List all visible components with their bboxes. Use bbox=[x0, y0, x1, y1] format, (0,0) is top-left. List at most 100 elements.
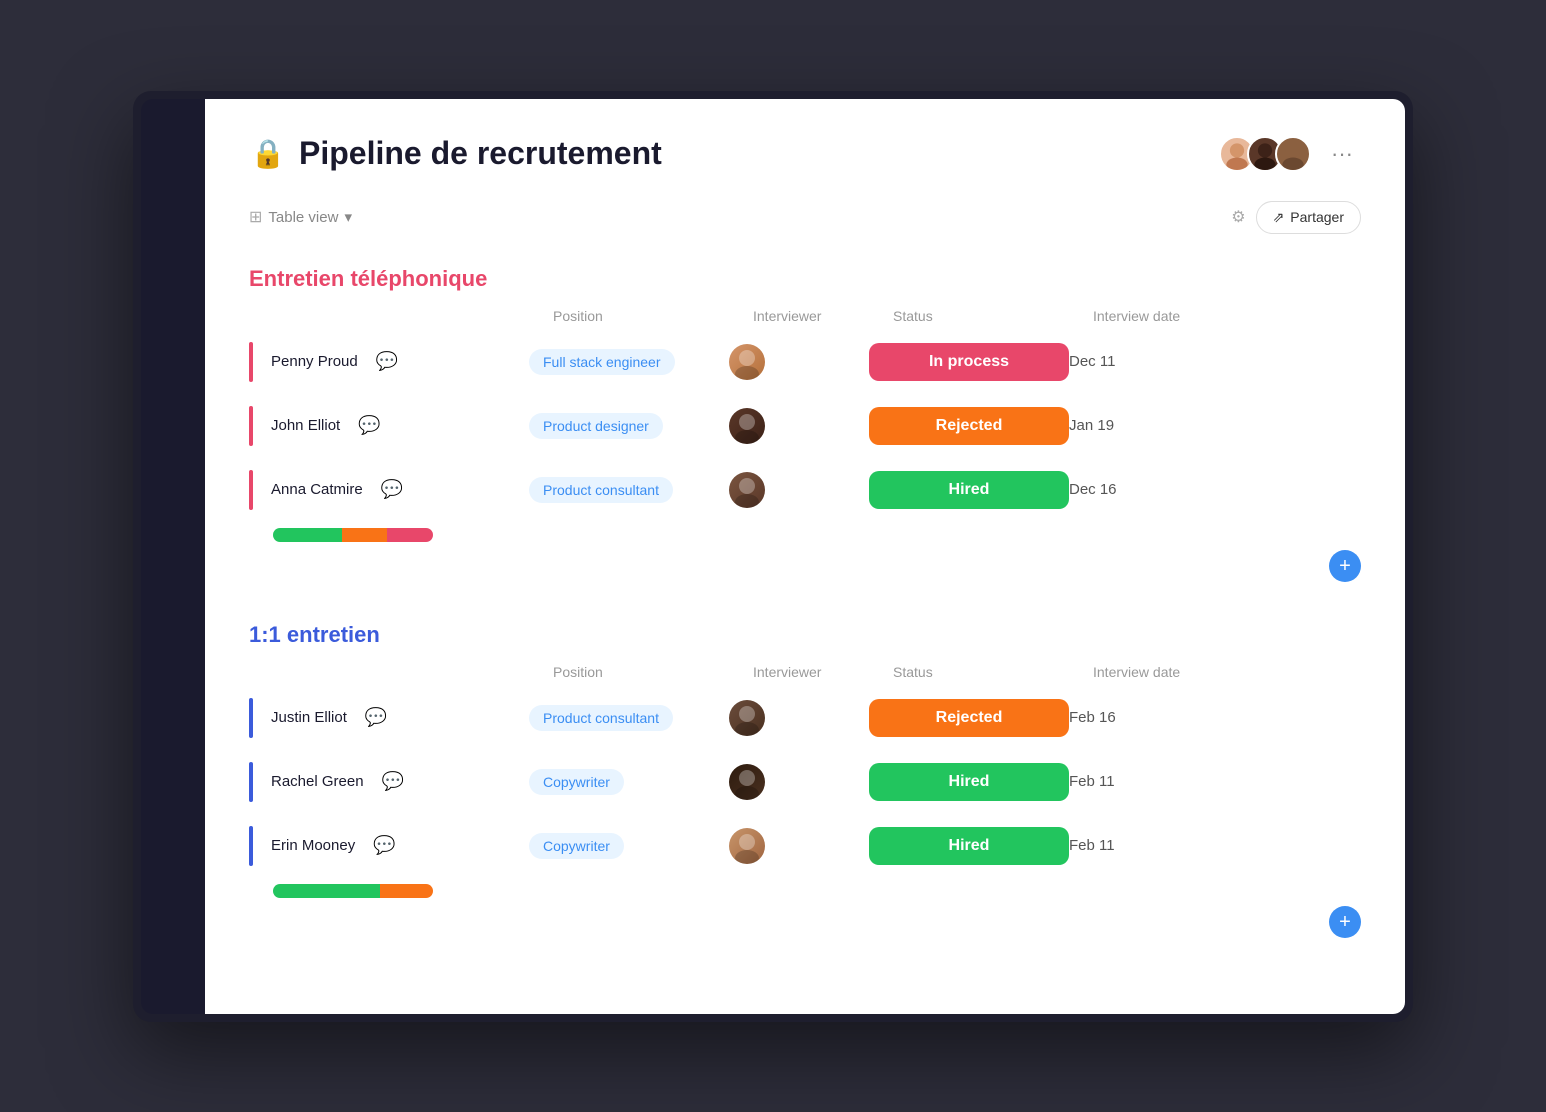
candidate-name-cell: Rachel Green 💬 bbox=[249, 752, 529, 812]
table-row: John Elliot 💬 Product designer Reject bbox=[249, 396, 1361, 456]
comment-icon[interactable]: 💬 bbox=[381, 479, 403, 500]
interviewer-cell bbox=[729, 408, 869, 444]
section-title: Entretien téléphonique bbox=[249, 266, 487, 292]
position-cell: Copywriter bbox=[529, 769, 729, 795]
status-cell: Rejected bbox=[869, 699, 1069, 737]
share-button[interactable]: ⇗ Partager bbox=[1256, 201, 1361, 234]
interviewer-avatar bbox=[729, 764, 765, 800]
position-cell: Full stack engineer bbox=[529, 349, 729, 375]
progress-segment bbox=[380, 884, 433, 898]
status-cell: Hired bbox=[869, 763, 1069, 801]
more-options-button[interactable]: ··· bbox=[1323, 137, 1361, 171]
table-row: Rachel Green 💬 Copywriter Hired bbox=[249, 752, 1361, 812]
position-cell: Product consultant bbox=[529, 705, 729, 731]
progress-segment bbox=[387, 528, 433, 542]
add-row-button[interactable]: + bbox=[1329, 550, 1361, 582]
team-avatars bbox=[1219, 136, 1311, 172]
interviewer-avatar bbox=[729, 344, 765, 380]
table-columns-header: Position Interviewer Status Interview da… bbox=[249, 664, 1361, 688]
header-right: ··· bbox=[1219, 136, 1361, 172]
section-header: 1:1 entretien bbox=[249, 622, 1361, 648]
table-view-icon: ⊞ bbox=[249, 207, 262, 227]
share-label: Partager bbox=[1290, 209, 1344, 225]
comment-icon[interactable]: 💬 bbox=[382, 771, 404, 792]
position-tag: Product consultant bbox=[529, 705, 673, 731]
table-columns-header: Position Interviewer Status Interview da… bbox=[249, 308, 1361, 332]
app-window: 🔒 Pipeline de recrutement ··· bbox=[133, 91, 1413, 1022]
progress-segment bbox=[273, 528, 342, 542]
table-row: Anna Catmire 💬 Product consultant Hir bbox=[249, 460, 1361, 520]
candidate-name: Erin Mooney bbox=[271, 837, 355, 854]
sidebar bbox=[141, 99, 205, 1014]
lock-icon: 🔒 bbox=[251, 137, 286, 170]
position-tag: Product designer bbox=[529, 413, 663, 439]
section-title: 1:1 entretien bbox=[249, 622, 380, 648]
col-date: Interview date bbox=[1093, 664, 1273, 680]
main-content: 🔒 Pipeline de recrutement ··· bbox=[205, 99, 1405, 1014]
candidate-name-cell: Anna Catmire 💬 bbox=[249, 460, 529, 520]
row-accent-border bbox=[249, 470, 253, 510]
add-row-button[interactable]: + bbox=[1329, 906, 1361, 938]
status-badge: Hired bbox=[869, 471, 1069, 509]
candidate-name-cell: John Elliot 💬 bbox=[249, 396, 529, 456]
interview-date: Dec 11 bbox=[1069, 353, 1249, 370]
interviewer-cell bbox=[729, 344, 869, 380]
comment-icon[interactable]: 💬 bbox=[373, 835, 395, 856]
col-name bbox=[273, 664, 553, 680]
candidate-name-cell: Justin Elliot 💬 bbox=[249, 688, 529, 748]
col-interviewer: Interviewer bbox=[753, 664, 893, 680]
table-row: Justin Elliot 💬 Product consultant Re bbox=[249, 688, 1361, 748]
section-one-on-one: 1:1 entretien Position Interviewer Statu… bbox=[249, 622, 1361, 938]
comment-icon[interactable]: 💬 bbox=[358, 415, 380, 436]
table-row: Erin Mooney 💬 Copywriter Hired bbox=[249, 816, 1361, 876]
interviewer-avatar bbox=[729, 700, 765, 736]
status-badge: Rejected bbox=[869, 407, 1069, 445]
toolbar-right: ⚙ ⇗ Partager bbox=[1231, 201, 1361, 234]
table-wrap: Position Interviewer Status Interview da… bbox=[249, 664, 1361, 898]
col-position: Position bbox=[553, 664, 753, 680]
view-label: Table view bbox=[268, 209, 338, 226]
avatar-3 bbox=[1275, 136, 1311, 172]
progress-bar bbox=[273, 884, 433, 898]
interviewer-avatar bbox=[729, 408, 765, 444]
status-cell: Hired bbox=[869, 471, 1069, 509]
comment-icon[interactable]: 💬 bbox=[376, 351, 398, 372]
interviewer-cell bbox=[729, 828, 869, 864]
filter-icon[interactable]: ⚙ bbox=[1231, 207, 1245, 227]
col-status: Status bbox=[893, 308, 1093, 324]
col-date: Interview date bbox=[1093, 308, 1273, 324]
col-status: Status bbox=[893, 664, 1093, 680]
row-accent-border bbox=[249, 342, 253, 382]
status-badge: In process bbox=[869, 343, 1069, 381]
candidate-name: Anna Catmire bbox=[271, 481, 363, 498]
status-cell: In process bbox=[869, 343, 1069, 381]
view-toggle[interactable]: ⊞ Table view ▾ bbox=[249, 207, 352, 227]
position-cell: Product designer bbox=[529, 413, 729, 439]
candidate-name-cell: Erin Mooney 💬 bbox=[249, 816, 529, 876]
chevron-down-icon: ▾ bbox=[344, 208, 352, 226]
row-accent-border bbox=[249, 406, 253, 446]
page-header: 🔒 Pipeline de recrutement ··· bbox=[249, 135, 1361, 173]
status-cell: Hired bbox=[869, 827, 1069, 865]
section-header: Entretien téléphonique bbox=[249, 266, 1361, 292]
sections-container: Entretien téléphonique Position Intervie… bbox=[249, 266, 1361, 938]
interviewer-cell bbox=[729, 764, 869, 800]
interview-date: Feb 11 bbox=[1069, 837, 1249, 854]
interview-date: Dec 16 bbox=[1069, 481, 1249, 498]
toolbar: ⊞ Table view ▾ ⚙ ⇗ Partager bbox=[249, 201, 1361, 234]
interviewer-cell bbox=[729, 472, 869, 508]
col-interviewer: Interviewer bbox=[753, 308, 893, 324]
comment-icon[interactable]: 💬 bbox=[365, 707, 387, 728]
status-cell: Rejected bbox=[869, 407, 1069, 445]
section-telephone: Entretien téléphonique Position Intervie… bbox=[249, 266, 1361, 582]
progress-segment bbox=[342, 528, 388, 542]
page-title: Pipeline de recrutement bbox=[299, 135, 662, 172]
position-tag: Product consultant bbox=[529, 477, 673, 503]
interviewer-cell bbox=[729, 700, 869, 736]
status-badge: Rejected bbox=[869, 699, 1069, 737]
status-badge: Hired bbox=[869, 763, 1069, 801]
progress-segment bbox=[273, 884, 380, 898]
row-accent-border bbox=[249, 698, 253, 738]
candidate-name: Penny Proud bbox=[271, 353, 358, 370]
title-group: 🔒 Pipeline de recrutement bbox=[249, 135, 662, 173]
